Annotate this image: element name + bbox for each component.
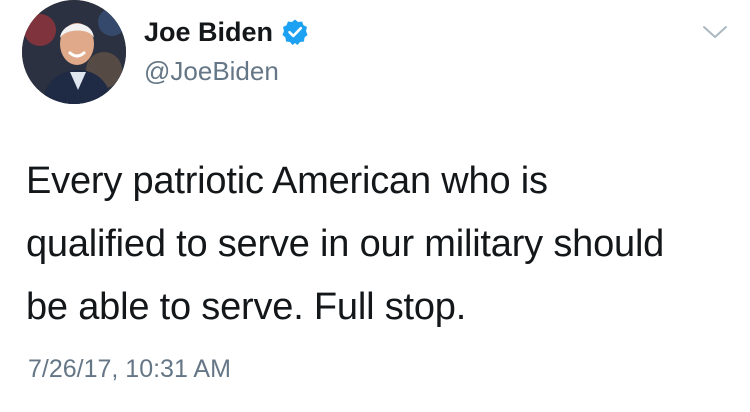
author-display-name[interactable]: Joe Biden [144, 14, 273, 50]
author-handle[interactable]: @JoeBiden [144, 54, 279, 88]
verified-badge-icon [281, 18, 309, 46]
chevron-down-icon[interactable] [700, 20, 730, 44]
tweet-timestamp[interactable]: 7/26/17, 10:31 AM [28, 352, 231, 386]
tweet-text: Every patriotic American who is qualifie… [26, 160, 665, 328]
avatar[interactable] [22, 0, 126, 104]
tweet-card: Joe Biden @JoeBiden Every patriotic Amer… [0, 0, 750, 412]
author-name-row[interactable]: Joe Biden [144, 14, 309, 50]
profile-photo-icon [22, 0, 126, 104]
